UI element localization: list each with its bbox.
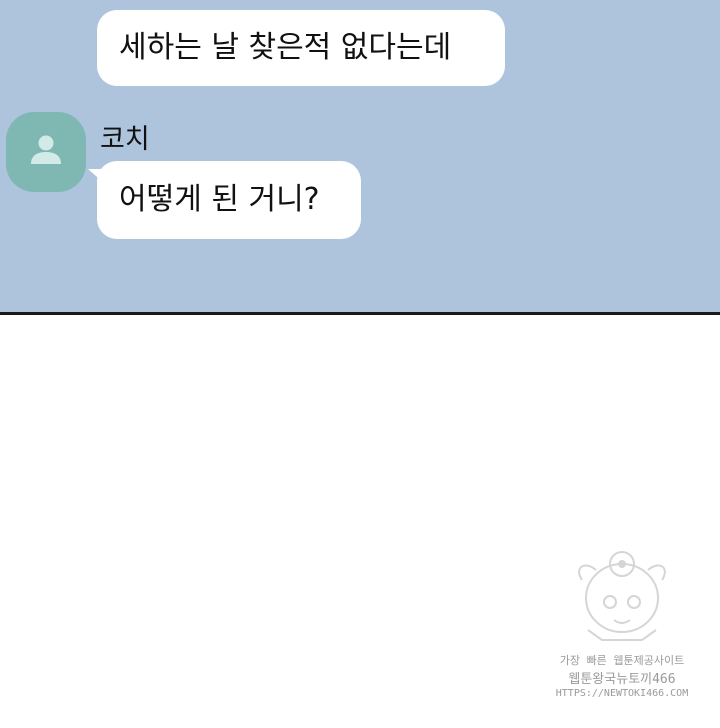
message-text: 세하는 날 찾은적 없다는데 (119, 30, 452, 65)
message-bubble[interactable]: 어떻게 된 거니? (88, 161, 361, 239)
watermark-url: HTTPS://NEWTOKI466.COM (555, 688, 689, 699)
watermark: 가장 빠른 웹툰제공사이트 웹툰왕국뉴토끼466 HTTPS://NEWTOKI… (552, 540, 692, 710)
person-icon (31, 135, 61, 164)
message-bubble[interactable]: 세하는 날 찾은적 없다는데 (97, 10, 505, 86)
sender-name: 코치 (100, 124, 150, 155)
mascot-watermark-image (578, 551, 666, 641)
sender-avatar[interactable] (6, 112, 86, 192)
watermark-line-2: 웹툰왕국뉴토끼466 (568, 672, 676, 687)
watermark-line-1: 가장 빠른 웹툰제공사이트 (559, 654, 685, 667)
chat-panel: 세하는 날 찾은적 없다는데 코치 어떻게 된 거니? (0, 0, 720, 315)
message-text: 어떻게 된 거니? (119, 182, 320, 217)
